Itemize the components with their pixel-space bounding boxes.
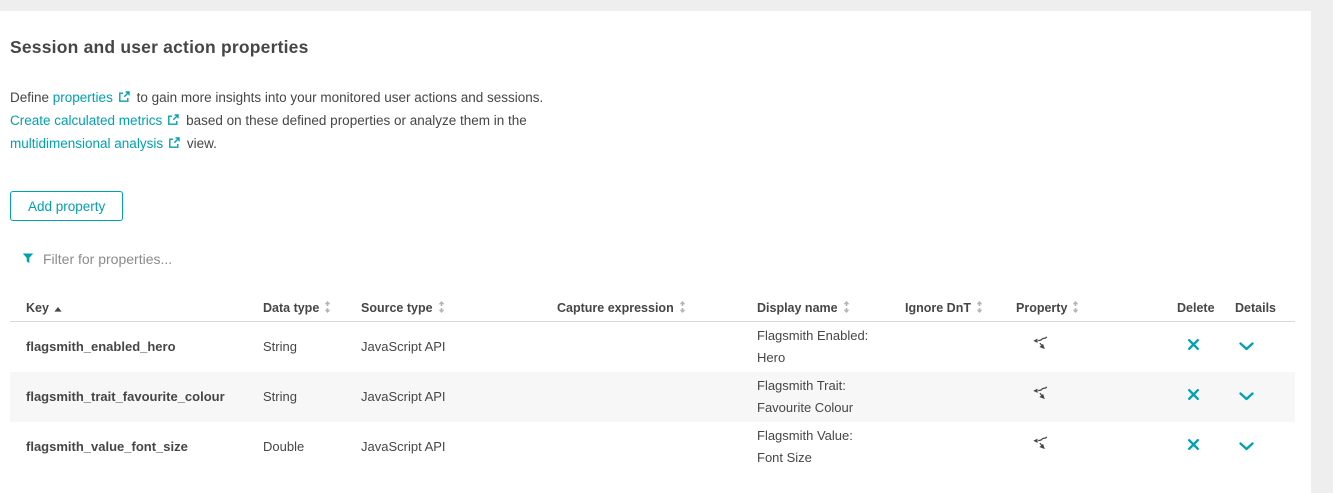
sort-icon	[843, 301, 850, 316]
external-link-icon	[118, 88, 130, 110]
filter-input[interactable]	[43, 251, 463, 267]
column-header-label: Data type	[263, 301, 319, 315]
column-header-label: Display name	[757, 301, 838, 315]
sort-icon	[679, 301, 686, 316]
external-link-icon	[167, 111, 179, 133]
filter-icon	[22, 253, 34, 264]
table-header-row: Key Data type Source type Capture expressio…	[10, 295, 1295, 322]
column-header-label: Capture expression	[557, 301, 674, 315]
column-header-key[interactable]: Key	[10, 301, 263, 315]
chevron-down-icon	[1239, 339, 1254, 354]
source-type-cell: JavaScript API	[361, 386, 557, 408]
description-text: to gain more insights into your monitore…	[133, 90, 543, 105]
display-name-line: Flagsmith Value:	[757, 425, 905, 447]
action-property-icon	[1031, 435, 1048, 452]
key-cell: flagsmith_trait_favourite_colour	[10, 386, 263, 408]
delete-cell	[1177, 386, 1235, 408]
table-row: flagsmith_enabled_heroStringJavaScript A…	[10, 322, 1295, 372]
chevron-down-icon	[1239, 389, 1254, 404]
sort-icon	[438, 301, 445, 316]
source-type-cell: JavaScript API	[361, 336, 557, 358]
details-button[interactable]	[1237, 437, 1256, 456]
delete-button[interactable]	[1185, 436, 1202, 456]
delete-x-icon	[1187, 388, 1200, 404]
column-header-label: Details	[1235, 301, 1276, 315]
property-cell	[1016, 385, 1177, 409]
data-type-cell: Double	[263, 436, 361, 458]
create-calculated-metrics-link[interactable]: Create calculated metrics	[10, 113, 162, 128]
column-header-property[interactable]: Property	[1016, 301, 1177, 316]
display-name-line: Flagsmith Trait:	[757, 375, 905, 397]
table-body: flagsmith_enabled_heroStringJavaScript A…	[10, 322, 1295, 472]
data-type-cell: String	[263, 386, 361, 408]
page-title: Session and user action properties	[10, 37, 1311, 58]
description-text: view.	[183, 136, 217, 151]
display-name-cell: Flagsmith Trait:Favourite Colour	[757, 375, 905, 419]
description-line: Define properties to gain more insights …	[10, 87, 1311, 110]
column-header-sourcetype[interactable]: Source type	[361, 301, 557, 316]
column-header-ignorednt[interactable]: Ignore DnT	[905, 301, 1016, 316]
data-type-cell: String	[263, 336, 361, 358]
column-header-label: Key	[26, 301, 49, 315]
display-name-line: Hero	[757, 347, 905, 369]
display-name-line: Flagsmith Enabled:	[757, 325, 905, 347]
description-text: based on these defined properties or ana…	[182, 113, 526, 128]
key-cell: flagsmith_enabled_hero	[10, 336, 263, 358]
delete-x-icon	[1187, 338, 1200, 354]
details-cell	[1235, 336, 1295, 358]
external-link-icon	[168, 134, 180, 156]
delete-cell	[1177, 336, 1235, 358]
column-header-display[interactable]: Display name	[757, 301, 905, 316]
display-name-cell: Flagsmith Value:Font Size	[757, 425, 905, 469]
key-cell: flagsmith_value_font_size	[10, 436, 263, 458]
details-button[interactable]	[1237, 387, 1256, 406]
column-header-label: Source type	[361, 301, 433, 315]
property-cell	[1016, 335, 1177, 359]
column-header-label: Ignore DnT	[905, 301, 971, 315]
details-cell	[1235, 436, 1295, 458]
table-row: flagsmith_trait_favourite_colourStringJa…	[10, 372, 1295, 422]
chevron-down-icon	[1239, 439, 1254, 454]
description-line: Create calculated metrics based on these…	[10, 110, 1311, 133]
add-property-button[interactable]: Add property	[10, 191, 123, 221]
display-name-line: Favourite Colour	[757, 397, 905, 419]
column-header-label: Property	[1016, 301, 1067, 315]
delete-cell	[1177, 436, 1235, 458]
filter-bar	[22, 250, 1311, 267]
source-type-cell: JavaScript API	[361, 436, 557, 458]
sort-icon	[976, 301, 983, 316]
table-row: flagsmith_value_font_sizeDoubleJavaScrip…	[10, 422, 1295, 472]
display-name-line: Font Size	[757, 447, 905, 469]
delete-button[interactable]	[1185, 386, 1202, 406]
details-cell	[1235, 386, 1295, 408]
delete-x-icon	[1187, 438, 1200, 454]
description: Define properties to gain more insights …	[10, 87, 1311, 156]
properties-link[interactable]: properties	[53, 90, 113, 105]
multidimensional-analysis-link[interactable]: multidimensional analysis	[10, 136, 163, 151]
details-button[interactable]	[1237, 337, 1256, 356]
sort-icon	[1072, 301, 1079, 316]
column-header-delete: Delete	[1177, 301, 1235, 315]
column-header-datatype[interactable]: Data type	[263, 301, 361, 316]
sort-icon	[324, 301, 331, 316]
action-property-icon	[1031, 385, 1048, 402]
column-header-label: Delete	[1177, 301, 1215, 315]
sort-asc-icon	[54, 301, 62, 315]
display-name-cell: Flagsmith Enabled:Hero	[757, 325, 905, 369]
action-property-icon	[1031, 335, 1048, 352]
description-text: Define	[10, 90, 53, 105]
column-header-capture[interactable]: Capture expression	[557, 301, 757, 316]
delete-button[interactable]	[1185, 336, 1202, 356]
property-cell	[1016, 435, 1177, 459]
properties-table: Key Data type Source type Capture expressio…	[10, 295, 1295, 472]
properties-panel: Session and user action properties Defin…	[0, 11, 1311, 493]
description-line: multidimensional analysis view.	[10, 133, 1311, 156]
column-header-details: Details	[1235, 301, 1295, 315]
